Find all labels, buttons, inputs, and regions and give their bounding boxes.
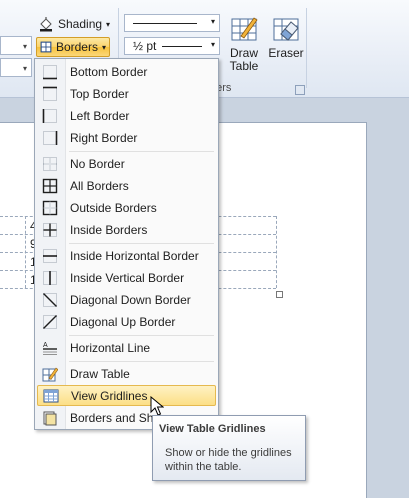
draw-table-label: Draw Table (229, 46, 259, 73)
mouse-cursor-icon (150, 396, 164, 416)
eraser-label: Eraser (268, 46, 304, 60)
menu-item-label: Top Border (70, 86, 129, 101)
menu-item-inside-horizontal-border[interactable]: Inside Horizontal Border (37, 245, 216, 266)
line-weight-preview (162, 45, 203, 47)
menu-item-draw-table[interactable]: Draw Table (37, 363, 216, 384)
borders-and-shading-icon (43, 411, 57, 425)
menu-item-label: All Borders (70, 178, 129, 193)
menu-item-inside-vertical-border[interactable]: Inside Vertical Border (37, 267, 216, 288)
borders-button[interactable]: Borders ▾ (36, 37, 110, 57)
inside-borders-icon (43, 222, 57, 237)
chevron-down-icon: ▾ (210, 40, 215, 49)
line-weight-dropdown[interactable]: ½ pt ▾ (124, 37, 220, 55)
more-icon: ▾ (22, 64, 27, 73)
right-border-icon (43, 130, 58, 145)
menu-item-label: Inside Borders (70, 222, 148, 237)
menu-item-label: Bottom Border (70, 64, 148, 79)
outside-borders-icon (42, 200, 58, 215)
view-gridlines-icon (43, 389, 59, 402)
menu-item-top-border[interactable]: Top Border (37, 83, 216, 104)
table-resize-handle[interactable] (276, 291, 283, 298)
style-gallery-up[interactable]: ▾ (0, 36, 32, 55)
tooltip-title: View Table Gridlines (159, 423, 266, 435)
chevron-down-icon: ▾ (106, 19, 111, 29)
menu-separator (69, 151, 214, 152)
draw-table-icon (42, 367, 58, 381)
table-gridline (25, 216, 26, 288)
dialog-launcher-icon[interactable] (295, 85, 305, 95)
all-borders-icon (40, 41, 52, 53)
menu-item-label: Inside Vertical Border (70, 270, 185, 285)
menu-separator (69, 361, 214, 362)
borders-menu: Bottom Border Top Border Left Border Rig… (34, 58, 219, 430)
shading-label: Shading (58, 17, 103, 31)
menu-item-no-border[interactable]: No Border (37, 153, 216, 174)
shading-button[interactable]: Shading ▾ (38, 14, 110, 34)
eraser-icon (273, 18, 299, 41)
menu-item-all-borders[interactable]: All Borders (37, 175, 216, 196)
table-gridline (276, 216, 277, 288)
menu-separator (69, 335, 214, 336)
svg-text:A: A (43, 342, 48, 349)
draw-table-icon (231, 17, 258, 41)
line-weight-value: ½ pt (133, 39, 157, 53)
all-borders-icon (42, 178, 58, 193)
menu-separator (69, 243, 214, 244)
menu-item-bottom-border[interactable]: Bottom Border (37, 61, 216, 82)
menu-item-diagonal-up-border[interactable]: Diagonal Up Border (37, 311, 216, 332)
style-gallery-more[interactable]: ▾ (0, 58, 32, 77)
menu-item-label: View Gridlines (71, 388, 148, 403)
chevron-down-icon: ▾ (210, 17, 215, 26)
line-style-preview (133, 23, 197, 24)
diagonal-up-border-icon (43, 314, 57, 329)
menu-item-label: Diagonal Down Border (70, 292, 191, 307)
group-divider (306, 8, 307, 88)
menu-item-label: Draw Table (70, 366, 130, 381)
menu-item-label: Inside Horizontal Border (70, 248, 199, 263)
no-border-icon (43, 156, 57, 171)
menu-item-label: Horizontal Line (70, 340, 151, 355)
draw-table-button[interactable]: Draw Table (222, 14, 266, 73)
menu-item-right-border[interactable]: Right Border (37, 127, 216, 148)
chevron-down-icon: ▾ (101, 42, 106, 52)
horizontal-line-icon: A (43, 342, 57, 355)
menu-item-label: Borders and Sha (70, 410, 161, 425)
menu-item-diagonal-down-border[interactable]: Diagonal Down Border (37, 289, 216, 310)
menu-item-label: No Border (70, 156, 125, 171)
inside-vertical-border-icon (43, 270, 57, 285)
menu-item-horizontal-line[interactable]: A Horizontal Line (37, 337, 216, 358)
menu-item-label: Outside Borders (70, 200, 157, 215)
eraser-button[interactable]: Eraser (264, 14, 308, 60)
menu-item-view-gridlines[interactable]: View Gridlines (37, 385, 216, 406)
inside-horizontal-border-icon (43, 248, 57, 263)
menu-item-label: Diagonal Up Border (70, 314, 176, 329)
menu-item-label: Left Border (70, 108, 130, 123)
table-styles-fragment[interactable]: ▾ ▾ (0, 14, 32, 77)
menu-item-inside-borders[interactable]: Inside Borders (37, 219, 216, 240)
left-border-icon (42, 108, 57, 123)
menu-item-outside-borders[interactable]: Outside Borders (37, 197, 216, 218)
menu-item-label: Right Border (70, 130, 138, 145)
line-style-dropdown[interactable]: ▾ (124, 14, 220, 32)
chevron-down-icon: ▾ (22, 42, 27, 51)
top-border-icon (43, 86, 57, 101)
menu-item-left-border[interactable]: Left Border (37, 105, 216, 126)
tooltip-description: Show or hide the gridlines within the ta… (165, 447, 292, 473)
bottom-border-icon (43, 64, 57, 79)
diagonal-down-border-icon (43, 292, 57, 307)
tooltip: View Table Gridlines Show or hide the gr… (152, 415, 306, 481)
paint-bucket-icon (40, 17, 52, 32)
borders-label: Borders (55, 40, 98, 54)
